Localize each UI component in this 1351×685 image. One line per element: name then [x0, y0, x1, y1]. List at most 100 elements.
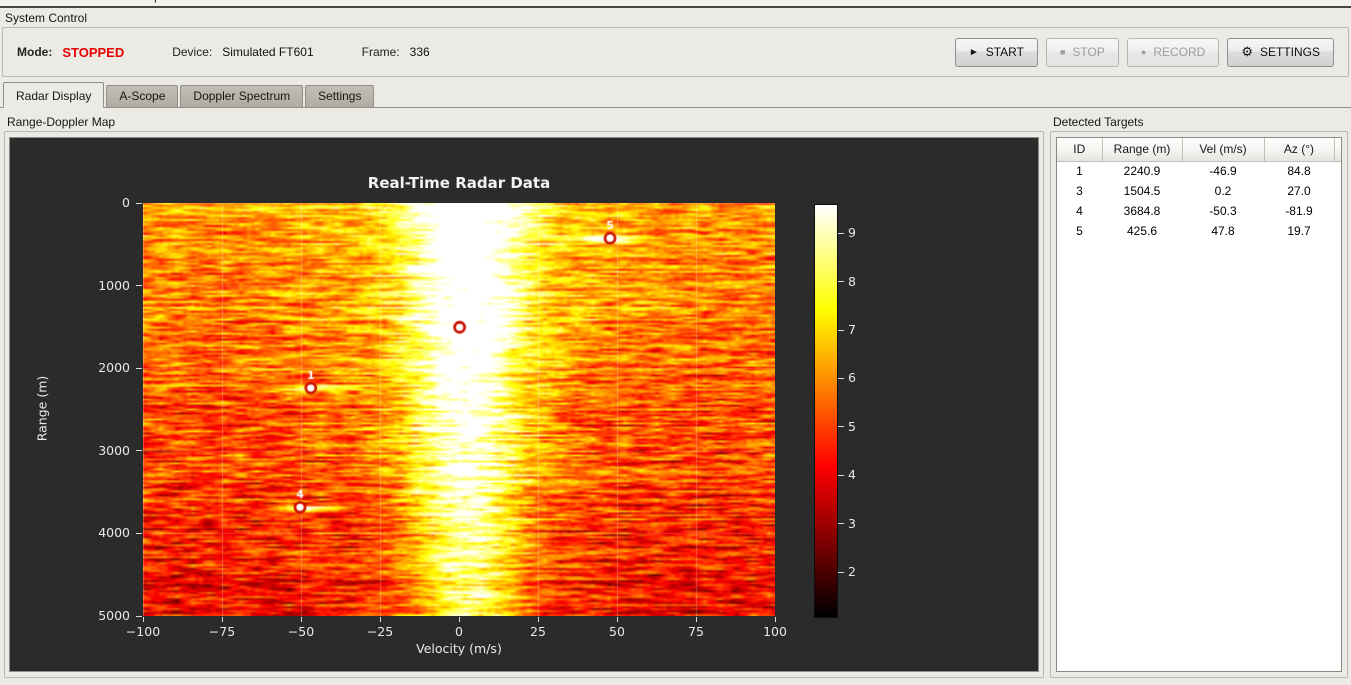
x-tick-label: 25: [530, 624, 546, 639]
table-cell: 4: [1076, 204, 1083, 218]
record-button[interactable]: ● RECORD: [1126, 37, 1220, 67]
detected-targets-group: Detected Targets ID Range (m) Vel (m/s) …: [1050, 112, 1348, 678]
x-tick-label: −100: [125, 624, 161, 639]
cbar-tick: [838, 329, 844, 331]
frame-value: 336: [409, 45, 430, 59]
table-cell: [1334, 161, 1341, 181]
cbar-tick-label: 9: [848, 225, 856, 241]
table-header-row: ID Range (m) Vel (m/s) Az (°): [1057, 138, 1341, 162]
table-cell: 2240.9: [1123, 164, 1161, 179]
y-tick-label: 0: [122, 195, 130, 210]
table-cell: [1334, 221, 1341, 241]
table-cell: -46.9: [1209, 164, 1237, 179]
table-cell: 5: [1076, 224, 1083, 238]
cbar-tick-label: 5: [848, 418, 856, 434]
cbar-tick: [838, 426, 844, 428]
tab-doppler-spectrum[interactable]: Doppler Spectrum: [180, 85, 304, 107]
x-tick-label: 100: [763, 624, 787, 639]
menu-help[interactable]: Help: [127, 0, 170, 5]
device-value: Simulated FT601: [222, 45, 314, 59]
x-tick-label: 75: [688, 624, 704, 639]
table-cell: 0.2: [1214, 184, 1232, 198]
table-row[interactable]: 3 1504.5 0.2 27.0: [1057, 181, 1341, 201]
cbar-tick: [838, 281, 844, 283]
y-tick: [136, 450, 142, 452]
table-cell: [1334, 201, 1341, 221]
table-row[interactable]: 4 3684.8 -50.3 -81.9: [1057, 201, 1341, 221]
table-cell: 425.6: [1126, 224, 1158, 238]
y-tick-label: 5000: [98, 608, 130, 623]
col-header-id[interactable]: ID: [1057, 138, 1103, 162]
table-row[interactable]: 5 425.6 47.8 19.7: [1057, 221, 1341, 241]
tab-radar-display[interactable]: Radar Display: [3, 82, 105, 108]
range-doppler-group: Range-Doppler Map Real-Time Radar Data V…: [4, 112, 1044, 678]
x-tick-label: −75: [208, 624, 236, 639]
table-cell: 27.0: [1287, 184, 1311, 198]
x-tick: [616, 617, 618, 622]
tab-settings[interactable]: Settings: [305, 85, 375, 107]
table-cell: -81.9: [1285, 204, 1313, 218]
x-tick: [142, 617, 144, 622]
system-control-frame: Mode: STOPPED Device: Simulated FT601 Fr…: [2, 27, 1349, 77]
table-cell: -50.3: [1209, 204, 1237, 218]
frame-label: Frame:: [361, 45, 400, 59]
mode-value: STOPPED: [62, 44, 125, 60]
x-axis-label: Velocity (m/s): [416, 641, 502, 656]
start-button[interactable]: ► START: [954, 37, 1038, 67]
settings-button[interactable]: ⚙ SETTINGS: [1227, 37, 1334, 67]
tab-bar: Radar Display A-Scope Doppler Spectrum S…: [0, 82, 1351, 108]
stop-button[interactable]: ■ STOP: [1045, 37, 1119, 67]
control-buttons: ► START ■ STOP ● RECORD ⚙ SETTINGS: [954, 37, 1334, 67]
col-header-stub: [1333, 138, 1341, 162]
y-tick: [136, 532, 142, 534]
gear-icon: ⚙: [1241, 44, 1253, 59]
system-control-group: System Control Mode: STOPPED Device: Sim…: [2, 8, 1349, 77]
cbar-tick-label: 8: [848, 273, 856, 289]
x-tick: [458, 617, 460, 622]
x-tick: [774, 617, 776, 622]
play-icon: ►: [968, 46, 979, 58]
heatmap-canvas: [143, 203, 775, 616]
colorbar: [814, 204, 838, 618]
col-header-vel[interactable]: Vel (m/s): [1181, 138, 1265, 162]
col-header-range[interactable]: Range (m): [1101, 138, 1183, 162]
record-icon: ●: [1140, 47, 1147, 57]
x-tick-label: 0: [455, 624, 463, 639]
start-button-label: START: [985, 45, 1024, 59]
targets-table: ID Range (m) Vel (m/s) Az (°) 1 2240.9 -46…: [1057, 138, 1341, 241]
tab-a-scope[interactable]: A-Scope: [106, 85, 179, 107]
system-control-title: System Control: [5, 11, 88, 25]
y-tick-label: 1000: [98, 277, 130, 293]
x-tick-label: 50: [609, 624, 625, 639]
chart-title: Real-Time Radar Data: [367, 174, 551, 192]
cbar-tick: [838, 377, 844, 379]
menu-file[interactable]: File: [0, 0, 37, 5]
cbar-tick-label: 4: [848, 467, 856, 483]
menu-view[interactable]: View: [37, 0, 81, 5]
detected-targets-title: Detected Targets: [1053, 115, 1144, 129]
table-cell: 3: [1076, 184, 1083, 198]
col-header-az[interactable]: Az (°): [1263, 138, 1335, 162]
table-cell: 1504.5: [1123, 184, 1161, 198]
cbar-tick: [838, 232, 844, 234]
table-cell: [1334, 181, 1341, 201]
x-tick: [695, 617, 697, 622]
cbar-tick: [838, 474, 844, 476]
y-tick-label: 3000: [98, 442, 130, 458]
cbar-tick: [838, 571, 844, 573]
stop-icon: ■: [1059, 47, 1066, 57]
table-cell: 47.8: [1211, 224, 1235, 238]
y-tick-label: 4000: [98, 525, 130, 541]
menu-tools[interactable]: Tools: [81, 0, 127, 5]
y-tick: [136, 285, 142, 287]
x-tick: [537, 617, 539, 622]
y-tick: [136, 202, 142, 204]
y-tick-label: 2000: [98, 360, 130, 376]
x-tick: [300, 617, 302, 622]
mode-label: Mode:: [17, 45, 53, 59]
x-tick: [379, 617, 381, 622]
y-tick: [136, 615, 142, 617]
table-row[interactable]: 1 2240.9 -46.9 84.8: [1057, 161, 1341, 181]
cbar-tick-label: 7: [848, 322, 856, 338]
table-cell: 19.7: [1287, 224, 1311, 238]
